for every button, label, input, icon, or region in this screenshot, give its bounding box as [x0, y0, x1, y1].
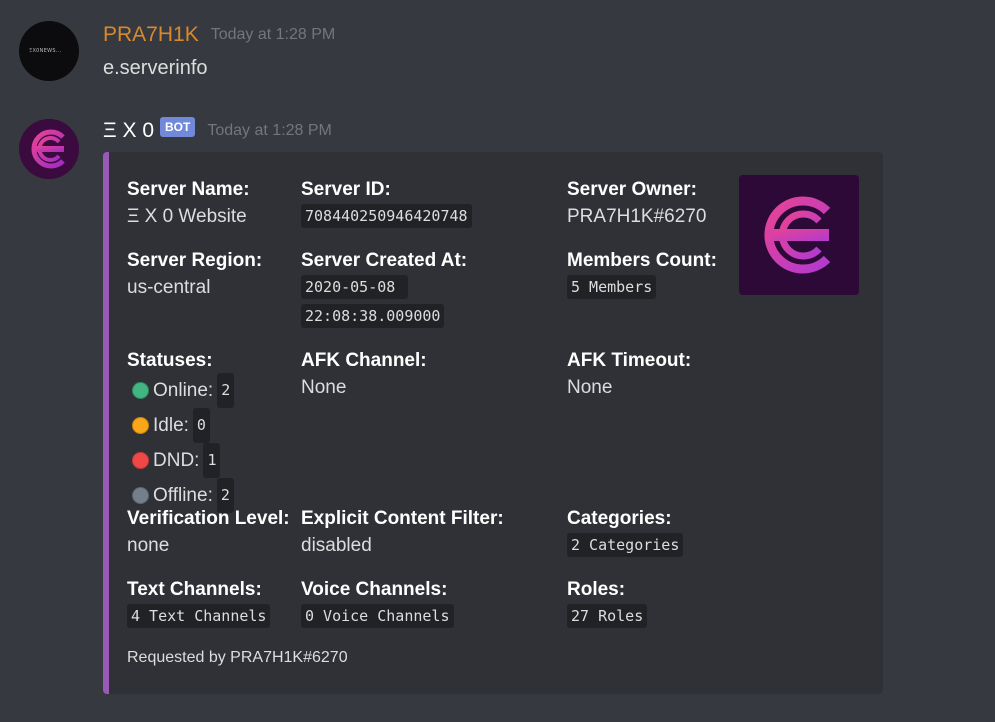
field-value: 2 Categories [567, 533, 684, 557]
field-name: Explicit Content Filter: [301, 508, 504, 529]
dnd-status-icon [132, 452, 149, 469]
field-server-created: Server Created At: 2020-05-08 22:08:38.0… [301, 249, 467, 331]
field-name: Text Channels: [127, 579, 262, 600]
field-name: Server Name: [127, 179, 250, 200]
field-name: Statuses: [127, 350, 213, 371]
timestamp: Today at 1:28 PM [210, 26, 336, 43]
status-label: DND: [153, 450, 200, 471]
status-count: 0 [192, 408, 210, 443]
idle-status-icon [132, 417, 149, 434]
exo-logo-icon [739, 175, 859, 295]
embed-thumbnail[interactable] [739, 175, 859, 295]
avatar-logo-text: ΞX0NEWS... [29, 48, 62, 54]
field-name: Members Count: [567, 250, 717, 271]
status-idle: Idle: 0 [127, 408, 234, 443]
field-server-id: Server ID: 708440250946420748 [301, 178, 472, 231]
field-value: Ξ X 0 Website [127, 206, 247, 227]
field-verification-level: Verification Level: none [127, 507, 290, 560]
field-explicit-content-filter: Explicit Content Filter: disabled [301, 507, 504, 560]
field-text-channels: Text Channels: 4 Text Channels [127, 578, 271, 631]
bot-badge: BOT [160, 117, 196, 137]
field-statuses: Statuses: Online: 2 Idle: 0 DND: 1 Offli… [127, 349, 235, 513]
status-label: Offline: [153, 485, 213, 506]
status-count: 2 [217, 373, 235, 408]
field-value-time: 22:08:38.009000 [301, 304, 445, 328]
status-dnd: DND: 1 [127, 443, 234, 478]
field-value: 27 Roles [567, 604, 648, 628]
field-name: AFK Timeout: [567, 350, 692, 371]
field-value: disabled [301, 535, 372, 556]
field-name: Server Owner: [567, 179, 697, 200]
bot-username[interactable]: Ξ X 0 [103, 119, 154, 143]
username[interactable]: PRA7H1K [103, 23, 199, 47]
online-status-icon [132, 382, 149, 399]
chat-area: ΞX0NEWS... PRA7H1K Today at 1:28 PM e.se… [0, 0, 995, 722]
field-name: AFK Channel: [301, 350, 427, 371]
status-online: Online: 2 [127, 373, 235, 408]
field-name: Roles: [567, 579, 626, 600]
field-members-count: Members Count: 5 Members [567, 249, 717, 302]
field-value: 4 Text Channels [127, 604, 271, 628]
field-value: 5 Members [567, 275, 657, 299]
field-voice-channels: Voice Channels: 0 Voice Channels [301, 578, 454, 631]
field-name: Voice Channels: [301, 579, 448, 600]
status-label: Online: [153, 380, 214, 401]
field-server-region: Server Region: us-central [127, 249, 262, 302]
field-name: Verification Level: [127, 508, 290, 529]
field-value: 0 Voice Channels [301, 604, 454, 628]
user-avatar[interactable]: ΞX0NEWS... [19, 21, 79, 81]
status-label: Idle: [153, 415, 189, 436]
field-value: us-central [127, 277, 211, 298]
message-content: e.serverinfo [103, 57, 208, 79]
field-name: Categories: [567, 508, 672, 529]
field-categories: Categories: 2 Categories [567, 507, 684, 560]
field-name: Server Region: [127, 250, 263, 271]
bot-avatar[interactable] [19, 119, 79, 179]
server-info-embed: Server Name: Ξ X 0 Website Server ID: 70… [103, 152, 883, 694]
field-value: PRA7H1K#6270 [567, 206, 707, 227]
field-value: None [301, 377, 347, 398]
field-name: Server ID: [301, 179, 391, 200]
status-count: 1 [203, 443, 221, 478]
exo-logo-icon [19, 119, 79, 179]
field-afk-channel: AFK Channel: None [301, 349, 427, 402]
field-value: None [567, 377, 613, 398]
field-server-name: Server Name: Ξ X 0 Website [127, 178, 250, 231]
field-roles: Roles: 27 Roles [567, 578, 648, 631]
field-afk-timeout: AFK Timeout: None [567, 349, 691, 402]
message-header: Ξ X 0 BOT Today at 1:28 PM [103, 117, 332, 143]
field-value: none [127, 535, 170, 556]
field-value: 708440250946420748 [301, 204, 472, 228]
field-server-owner: Server Owner: PRA7H1K#6270 [567, 178, 706, 231]
message-header: PRA7H1K Today at 1:28 PM [103, 23, 335, 47]
offline-status-icon [132, 487, 149, 504]
field-value-date: 2020-05-08 [301, 275, 409, 299]
field-name: Server Created At: [301, 250, 468, 271]
embed-footer: Requested by PRA7H1K#6270 [127, 649, 348, 666]
timestamp: Today at 1:28 PM [207, 122, 332, 139]
